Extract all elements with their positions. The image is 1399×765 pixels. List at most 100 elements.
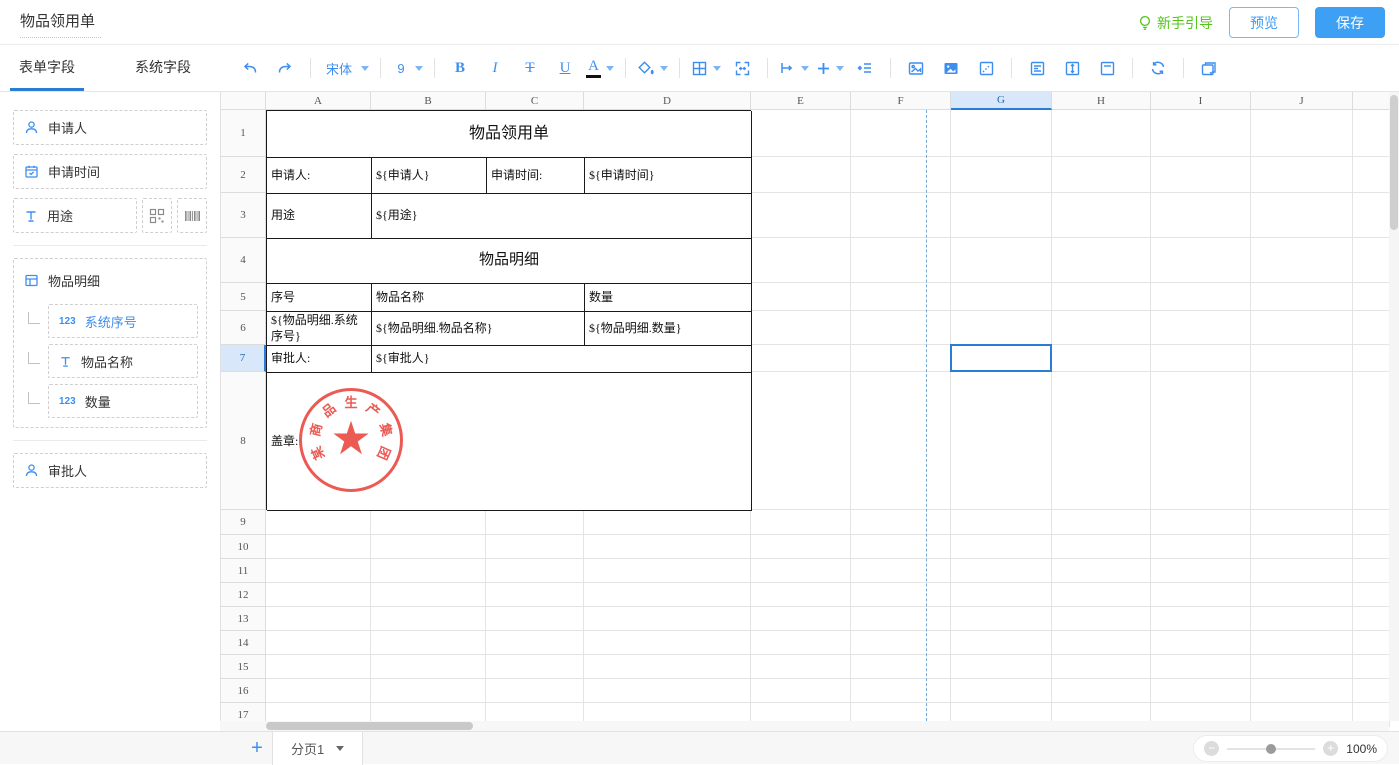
grid-cell[interactable] [951,583,1052,607]
row-header-6[interactable]: 6 [221,311,266,345]
grid-cell[interactable] [371,583,486,607]
grid-cell[interactable] [851,559,951,583]
grid-cell[interactable] [1151,283,1251,311]
row-header-8[interactable]: 8 [221,372,266,510]
form-cell[interactable]: 用途 [267,194,372,239]
grid-cell[interactable] [1353,607,1390,631]
field-quantity[interactable]: 123 数量 [48,384,198,418]
header-line-button[interactable] [1093,54,1121,82]
grid-cell[interactable] [851,607,951,631]
field-item-name[interactable]: 物品名称 [48,344,198,378]
grid-cell[interactable] [751,345,851,372]
grid-cell[interactable] [1251,157,1353,193]
grid-cell[interactable] [1151,345,1251,372]
column-header-C[interactable]: C [486,92,584,110]
preview-button[interactable]: 预览 [1229,7,1299,38]
grid-cell[interactable] [584,510,751,535]
form-cell[interactable]: ${申请人} [372,158,487,194]
beginner-guide-link[interactable]: 新手引导 [1138,13,1213,33]
horizontal-scrollbar-thumb[interactable] [266,722,473,730]
qr-code-button[interactable] [142,198,172,233]
grid-cell[interactable] [1052,157,1151,193]
grid-cell[interactable] [1251,607,1353,631]
font-family-select[interactable]: 宋体 [322,54,369,82]
grid-cell[interactable] [266,631,371,655]
column-header-F[interactable]: F [851,92,951,110]
insert-button[interactable] [816,54,844,82]
grid-cell[interactable] [951,559,1052,583]
grid-cell[interactable] [266,559,371,583]
grid-cell[interactable] [1052,311,1151,345]
grid-cell[interactable] [266,535,371,559]
grid-cell[interactable] [486,607,584,631]
grid-cell[interactable] [1151,535,1251,559]
borders-button[interactable] [691,54,721,82]
grid-cell[interactable] [371,655,486,679]
grid-cell[interactable] [266,679,371,703]
cell-format-button[interactable] [1023,54,1051,82]
zoom-slider[interactable] [1227,748,1315,750]
company-stamp[interactable]: ★某商品生产集团 [299,388,403,492]
grid-cell[interactable] [851,372,951,510]
grid-cell[interactable] [1052,583,1151,607]
grid-cell[interactable] [1251,283,1353,311]
grid-cell[interactable] [266,655,371,679]
grid-cell[interactable] [1052,535,1151,559]
add-sheet-button[interactable]: + [242,737,272,760]
column-header-J[interactable]: J [1251,92,1353,110]
refresh-button[interactable] [1144,54,1172,82]
grid-cell[interactable] [751,655,851,679]
row-header-16[interactable]: 16 [221,679,266,703]
bold-button[interactable]: B [446,54,474,82]
column-header-D[interactable]: D [584,92,751,110]
form-cell[interactable]: 数量 [585,284,752,312]
grid-cell[interactable] [1251,510,1353,535]
grid-cell[interactable] [751,535,851,559]
save-button[interactable]: 保存 [1315,7,1385,38]
font-color-button[interactable]: A [586,54,614,82]
grid-cell[interactable] [1052,283,1151,311]
grid-cell[interactable] [751,559,851,583]
grid-cell[interactable] [851,679,951,703]
form-cell[interactable]: 物品领用单 [267,111,752,158]
grid-cell[interactable] [584,679,751,703]
grid-cell[interactable] [1353,583,1390,607]
grid-cell[interactable] [486,559,584,583]
grid-cell[interactable] [951,193,1052,238]
grid-cell[interactable] [751,110,851,157]
underline-button[interactable]: U [551,54,579,82]
row-header-15[interactable]: 15 [221,655,266,679]
grid-cell[interactable] [1151,372,1251,510]
grid-cell[interactable] [1251,372,1353,510]
column-header-A[interactable]: A [266,92,371,110]
row-header-10[interactable]: 10 [221,535,266,559]
grid-cell[interactable] [371,559,486,583]
grid-cell[interactable] [1151,510,1251,535]
row-header-5[interactable]: 5 [221,283,266,311]
grid-cell[interactable] [486,655,584,679]
form-cell[interactable]: ${审批人} [372,346,752,373]
grid-cell[interactable] [851,655,951,679]
grid-cell[interactable] [851,345,951,372]
grid-cell[interactable] [1251,110,1353,157]
grid-cell[interactable] [851,631,951,655]
copy-page-button[interactable] [1195,54,1223,82]
grid-cell[interactable] [751,607,851,631]
tab-form-fields[interactable]: 表单字段 [10,45,84,91]
grid-cell[interactable] [1052,238,1151,283]
grid-cell[interactable] [1353,110,1390,157]
grid-cell[interactable] [1151,311,1251,345]
form-cell[interactable]: ${物品明细.系统序号} [267,312,372,346]
grid-cell[interactable] [1353,345,1390,372]
grid-cell[interactable] [1353,535,1390,559]
form-cell[interactable]: 物品名称 [372,284,585,312]
form-cell[interactable]: ${申请时间} [585,158,752,194]
grid-cell[interactable] [486,631,584,655]
tab-system-fields[interactable]: 系统字段 [126,45,200,91]
zoom-out-button[interactable]: − [1204,741,1219,756]
undo-button[interactable] [236,54,264,82]
row-header-13[interactable]: 13 [221,607,266,631]
grid-cell[interactable] [851,193,951,238]
row-header-14[interactable]: 14 [221,631,266,655]
grid-cell[interactable] [851,311,951,345]
